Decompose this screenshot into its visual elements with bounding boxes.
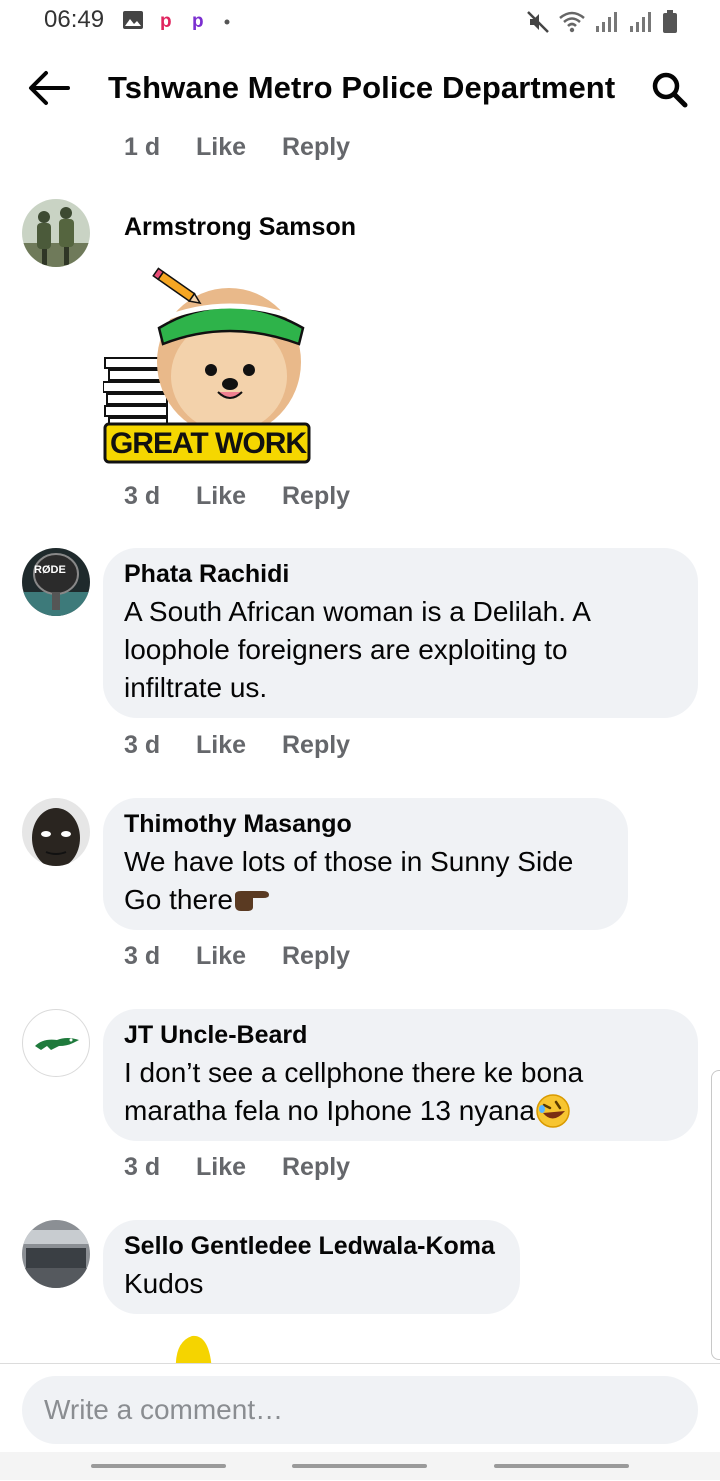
comment-text-line-with-emoji: maratha fela no Iphone 13 nyana [124, 1092, 678, 1130]
comment-author[interactable]: Armstrong Samson [124, 213, 356, 242]
gallery-icon [123, 11, 143, 29]
comment-meta-row: 3 d Like Reply [124, 1153, 350, 1182]
like-button[interactable]: Like [196, 133, 282, 162]
svg-text:p: p [192, 11, 204, 30]
system-nav-bar [0, 1452, 720, 1480]
back-arrow-icon [29, 71, 70, 105]
comment-input[interactable] [22, 1376, 698, 1444]
app-p-icon-2: p [192, 11, 204, 30]
avatar[interactable]: RØDE [22, 548, 90, 616]
nav-back-button[interactable] [494, 1464, 629, 1468]
avatar[interactable] [22, 199, 90, 267]
search-icon [652, 72, 688, 108]
rolling-laughing-emoji-icon [536, 1094, 570, 1128]
comment-time: 3 d [124, 1153, 161, 1181]
crocodile-logo-icon [35, 1038, 79, 1050]
comment-meta-row: 3 d Like Reply [124, 731, 350, 760]
pointing-right-emoji-icon [234, 891, 269, 911]
like-button[interactable]: Like [196, 482, 282, 511]
avatar-face-image [22, 798, 90, 866]
like-button[interactable]: Like [196, 1153, 282, 1182]
like-button[interactable]: Like [196, 942, 282, 971]
reply-button[interactable]: Reply [282, 1153, 350, 1182]
avatar-soldiers-image [22, 199, 90, 267]
search-button[interactable] [650, 70, 690, 110]
comment-time: 3 d [124, 942, 161, 970]
comment-bubble[interactable]: JT Uncle-Beard I don’t see a cellphone t… [103, 1009, 698, 1141]
comment-text-line: A South African woman is a Delilah. A [124, 596, 591, 627]
status-time: 06:49 [44, 6, 105, 33]
page-title: Tshwane Metro Police Department [108, 70, 616, 105]
reply-button[interactable]: Reply [282, 133, 350, 162]
comment-text-line: Go there [124, 884, 233, 915]
wifi-icon [559, 11, 585, 33]
dot-icon [224, 19, 230, 25]
comment-bubble[interactable]: Thimothy Masango We have lots of those i… [103, 798, 628, 930]
comment-author[interactable]: JT Uncle-Beard [124, 1021, 678, 1050]
comment-meta-row: 3 d Like Reply [124, 482, 350, 511]
reply-button[interactable]: Reply [282, 731, 350, 760]
scrollbar[interactable] [711, 1070, 720, 1360]
nav-recents-button[interactable] [91, 1464, 226, 1468]
comment-meta-row: 1 d Like Reply [124, 133, 350, 162]
sticker-caption: GREAT WORK [109, 427, 307, 460]
comment-author[interactable]: Sello Gentledee Ledwala-Koma [124, 1232, 500, 1261]
comment-text-line: loophole foreigners are exploiting to [124, 634, 568, 665]
mute-icon [527, 11, 549, 33]
comment-text: Kudos [124, 1268, 204, 1299]
avatar-label: RØDE [34, 564, 66, 576]
comment-text: A South African woman is a Delilah. A lo… [124, 593, 678, 707]
app-p-icon: p [160, 11, 172, 30]
avatar[interactable] [22, 1009, 90, 1077]
comment-text-line: We have lots of those in Sunny Side [124, 846, 574, 877]
comment-text: I don’t see a cellphone there ke bona ma… [124, 1054, 678, 1130]
signal-icon-2 [630, 12, 651, 32]
comment-text: We have lots of those in Sunny Side Go t… [124, 843, 608, 919]
like-button[interactable]: Like [196, 731, 282, 760]
back-button[interactable] [26, 68, 72, 108]
signal-icon [596, 12, 617, 32]
comment-text-line: I don’t see a cellphone there ke bona [124, 1057, 584, 1088]
avatar-microphone-image [22, 548, 90, 616]
avatar[interactable] [22, 798, 90, 866]
avatar[interactable] [22, 1220, 90, 1288]
status-bar: 06:49 p p [0, 0, 720, 44]
comment-time: 1 d [124, 133, 161, 161]
app-bar: Tshwane Metro Police Department [0, 44, 720, 132]
comment-bubble[interactable]: Sello Gentledee Ledwala-Koma Kudos [103, 1220, 520, 1314]
great-work-sticker: GREAT WORK [102, 266, 311, 466]
comment-time: 3 d [124, 482, 161, 510]
comment-bubble[interactable]: Phata Rachidi A South African woman is a… [103, 548, 698, 718]
comment-text-line-with-emoji: Go there [124, 881, 608, 919]
nav-home-button[interactable] [292, 1464, 427, 1468]
comments-feed[interactable]: 1 d Like Reply Armstrong Samson GREAT WO… [0, 120, 720, 1363]
battery-icon [663, 10, 677, 33]
comment-meta-row: 3 d Like Reply [124, 942, 350, 971]
partial-sticker-image [175, 1335, 212, 1363]
comment-author[interactable]: Thimothy Masango [124, 810, 608, 839]
reply-button[interactable]: Reply [282, 942, 350, 971]
comment-text-line: maratha fela no Iphone 13 nyana [124, 1095, 535, 1126]
avatar-studio-image [22, 1220, 90, 1288]
comment-author[interactable]: Phata Rachidi [124, 560, 678, 589]
svg-text:p: p [160, 11, 172, 30]
reply-button[interactable]: Reply [282, 482, 350, 511]
comment-time: 3 d [124, 731, 161, 759]
comment-text-line: infiltrate us. [124, 672, 268, 703]
